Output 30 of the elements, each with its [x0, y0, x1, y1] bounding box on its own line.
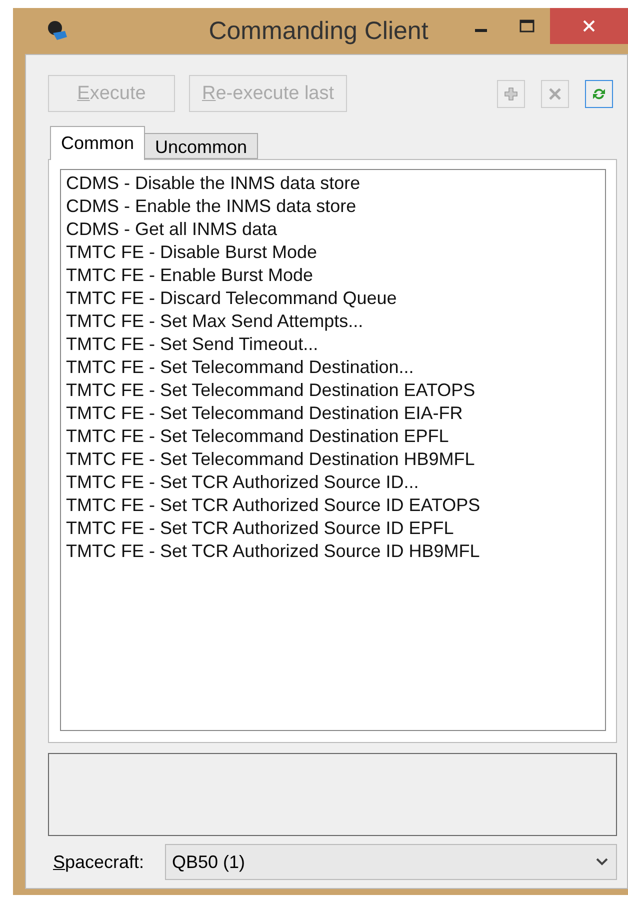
- command-item[interactable]: CDMS - Enable the INMS data store: [66, 195, 600, 218]
- x-icon: [548, 86, 562, 100]
- command-item[interactable]: TMTC FE - Set TCR Authorized Source ID HB9MFL: [66, 540, 600, 563]
- command-item[interactable]: TMTC FE - Set TCR Authorized Source ID...: [66, 471, 600, 494]
- command-item[interactable]: TMTC FE - Set Telecommand Destination HB9MFL: [66, 448, 600, 471]
- plus-icon: [504, 86, 518, 100]
- spacecraft-label: Spacecraft:: [52, 852, 146, 872]
- command-item[interactable]: TMTC FE - Enable Burst Mode: [66, 264, 600, 287]
- command-item[interactable]: TMTC FE - Set TCR Authorized Source ID EATOPS: [66, 494, 600, 517]
- command-item[interactable]: TMTC FE - Discard Telecommand Queue: [66, 287, 600, 310]
- maximize-icon: [519, 19, 535, 33]
- command-item[interactable]: CDMS - Get all INMS data: [66, 218, 600, 241]
- command-item[interactable]: TMTC FE - Set Send Timeout...: [66, 333, 600, 356]
- chevron-down-icon: [596, 858, 608, 866]
- tab[interactable]: Common: [50, 126, 146, 160]
- command-item[interactable]: TMTC FE - Set Telecommand Destination EATOPS: [66, 379, 600, 402]
- app-icon: [45, 19, 69, 43]
- spacecraft-dropdown[interactable]: QB50 (1): [165, 844, 617, 880]
- command-item[interactable]: TMTC FE - Set TCR Authorized Source ID EPFL: [66, 517, 600, 540]
- window-title: Commanding Client: [208, 16, 430, 46]
- refresh-button[interactable]: [585, 80, 613, 108]
- close-icon: [582, 19, 596, 33]
- command-item[interactable]: TMTC FE - Set Max Send Attempts...: [66, 310, 600, 333]
- command-item[interactable]: TMTC FE - Set Telecommand Destination EIA-FR: [66, 402, 600, 425]
- command-item[interactable]: TMTC FE - Disable Burst Mode: [66, 241, 600, 264]
- command-item[interactable]: TMTC FE - Set Telecommand Destination EPFL: [66, 425, 600, 448]
- command-item[interactable]: TMTC FE - Set Telecommand Destination...: [66, 356, 600, 379]
- command-item[interactable]: CDMS - Disable the INMS data store: [66, 172, 600, 195]
- tab[interactable]: Uncommon: [144, 133, 258, 159]
- minimize-icon: [475, 28, 487, 32]
